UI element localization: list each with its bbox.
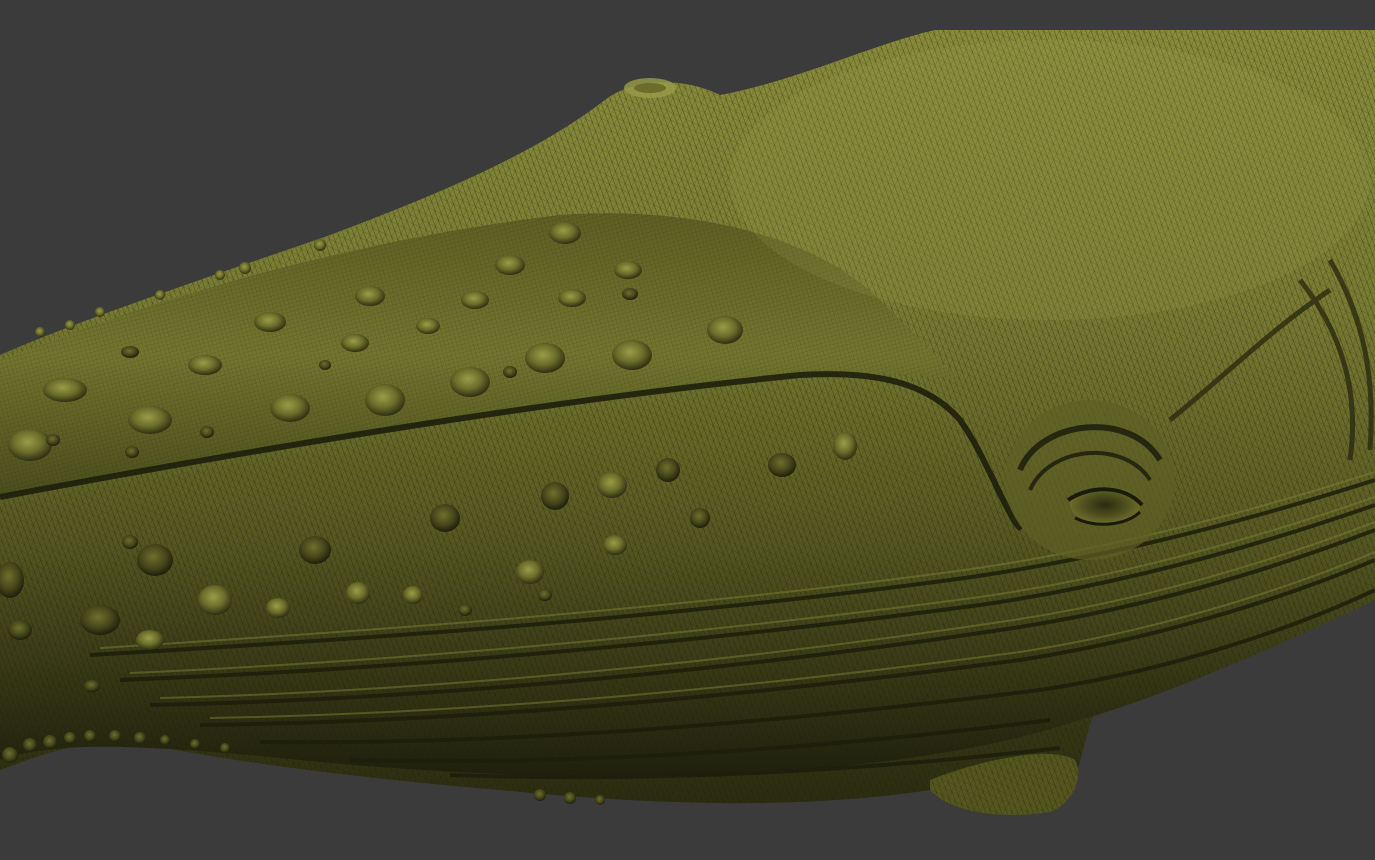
blowhole-ridge	[624, 78, 676, 98]
eye	[1005, 400, 1175, 560]
whale-model-render	[0, 30, 1375, 816]
specular-highlight	[730, 40, 1370, 320]
3d-viewport[interactable]	[0, 0, 1375, 860]
